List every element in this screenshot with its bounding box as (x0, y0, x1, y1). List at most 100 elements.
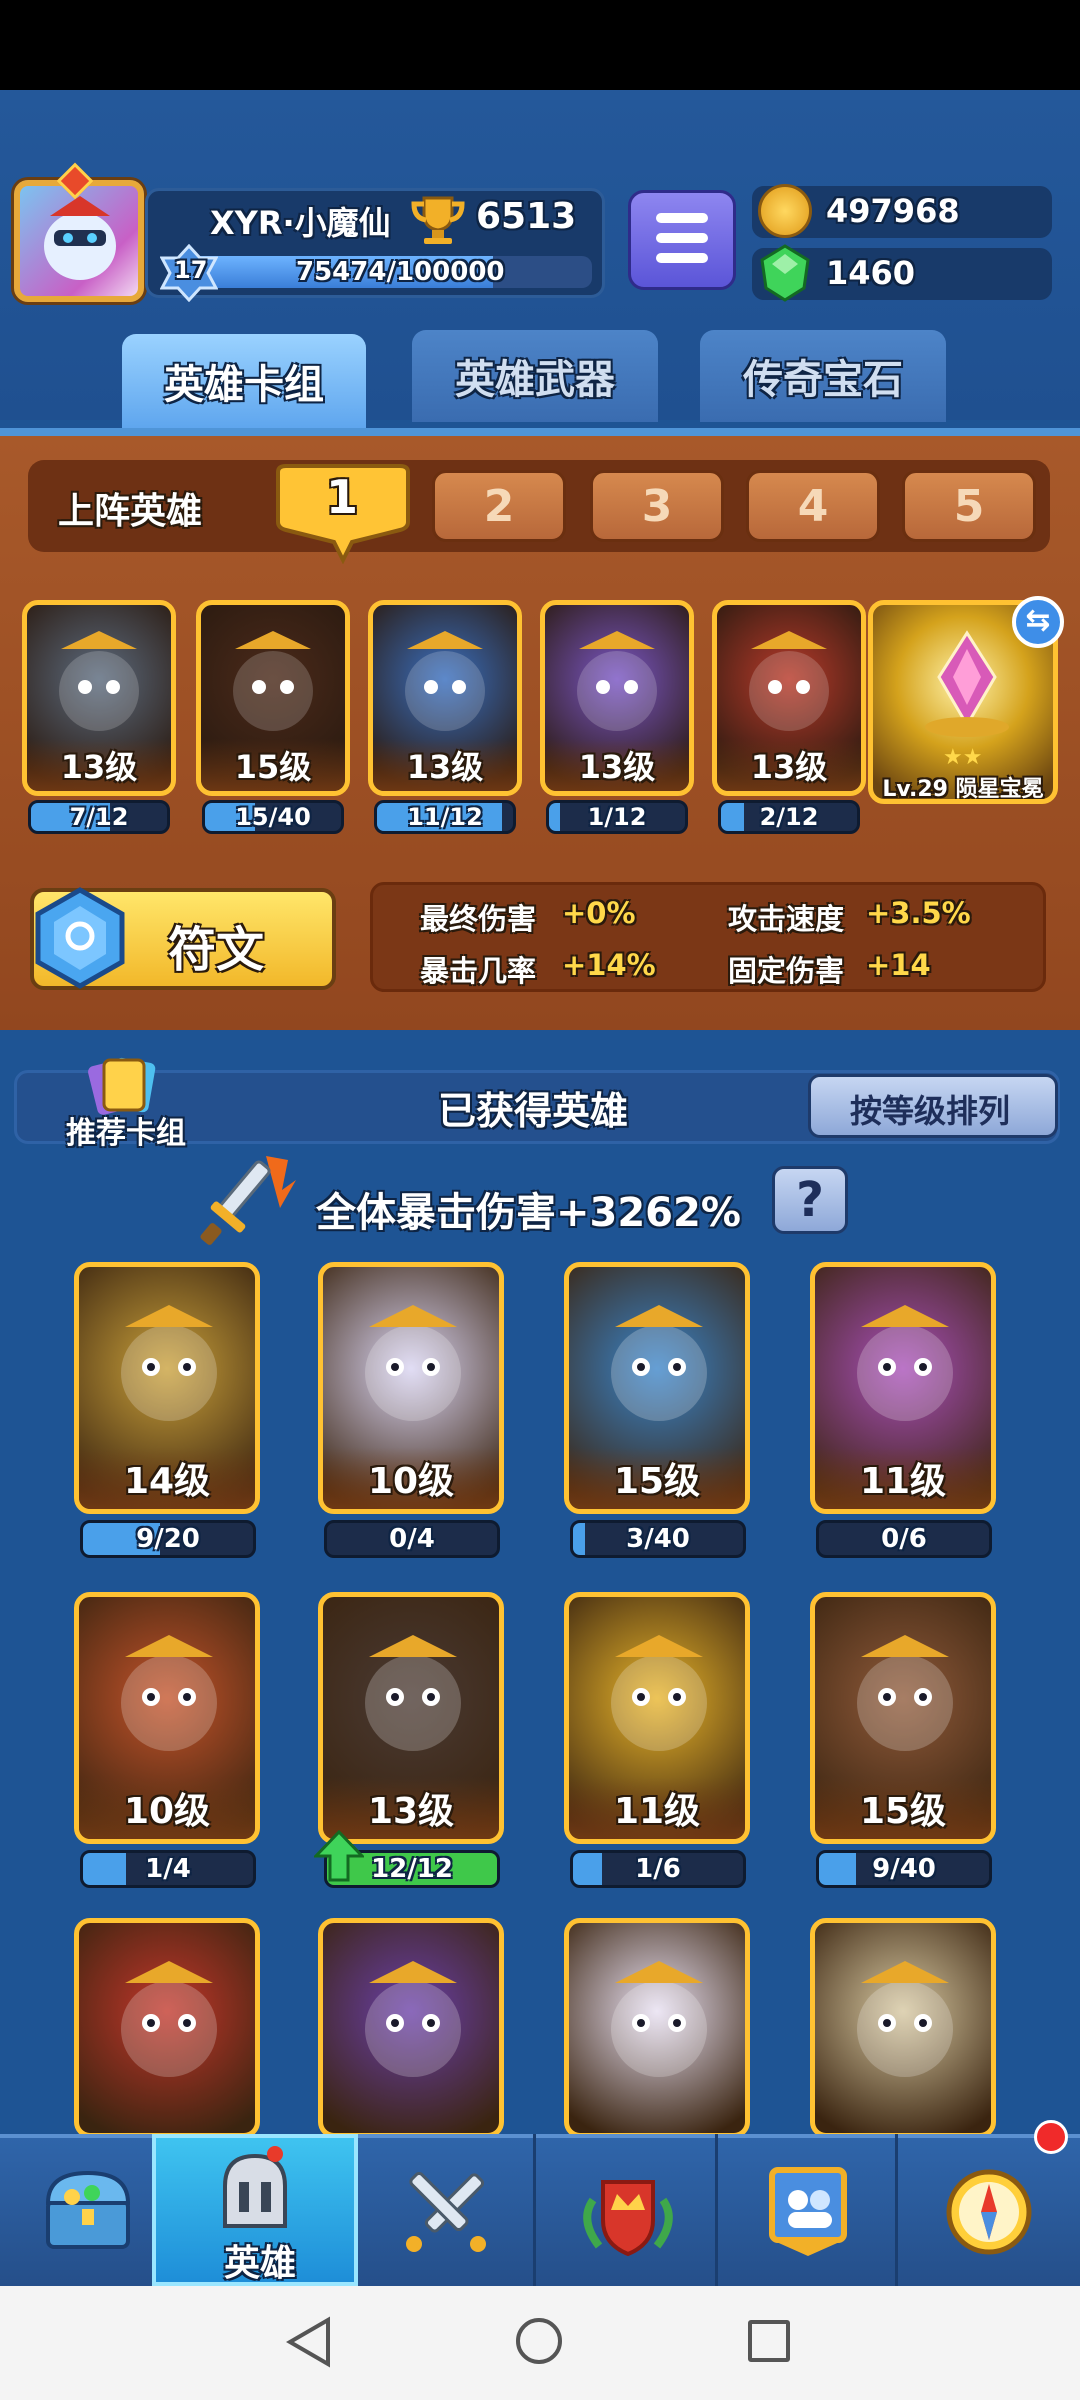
swap-icon[interactable]: ⇆ (1012, 596, 1064, 648)
owned-hero-progress-text: 3/40 (626, 1524, 690, 1554)
rune-icon (30, 886, 130, 994)
deck-hero-progress-text: 2/12 (759, 803, 819, 831)
player-avatar[interactable] (14, 180, 144, 302)
owned-heroes-title: 已获得英雄 (438, 1089, 629, 1133)
compass-icon (946, 2169, 1032, 2255)
owned-hero-card[interactable] (318, 1918, 504, 2138)
tab-hero-deck[interactable]: 英雄卡组 (122, 334, 366, 428)
gem-amount: 1460 (826, 254, 916, 292)
deck-hero-level: 13级 (27, 739, 171, 791)
owned-hero-progress-text: 12/12 (371, 1854, 453, 1884)
owned-hero-card[interactable] (74, 1918, 260, 2138)
trophy-icon (410, 194, 466, 250)
recommend-deck-label[interactable]: 推荐卡组 (66, 1108, 186, 1152)
back-icon[interactable] (284, 2316, 334, 2372)
owned-hero-card[interactable]: 10级 (74, 1592, 260, 1844)
deck-slot-1-label: 1 (326, 470, 359, 524)
owned-hero-progress-text: 9/20 (136, 1524, 200, 1554)
owned-hero-progress: 0/4 (324, 1520, 500, 1558)
deck-slot-3[interactable]: 3 (590, 470, 724, 542)
owned-hero-level: 10级 (79, 1777, 255, 1839)
owned-hero-card[interactable]: 11级 (810, 1262, 996, 1514)
nav-rank[interactable] (540, 2134, 718, 2286)
owned-hero-card[interactable]: 10级 (318, 1262, 504, 1514)
help-icon: ? (796, 1172, 824, 1228)
deck-slot-4[interactable]: 4 (746, 470, 880, 542)
crown-shield-icon (582, 2180, 673, 2257)
exp-text: 75474/100000 (296, 257, 505, 287)
nav-explore[interactable] (900, 2134, 1078, 2286)
owned-hero-progress: 3/40 (570, 1520, 746, 1558)
stat-attack-speed-label: 攻击速度 (728, 902, 845, 936)
gold-coin-icon (758, 184, 812, 238)
owned-hero-progress-fill (819, 1853, 857, 1885)
nav-heroes-label: 英雄 (224, 2243, 297, 2284)
owned-hero-card[interactable]: 11级 (564, 1592, 750, 1844)
deck-hero-progress: 7/12 (28, 800, 170, 834)
owned-hero-level: 11级 (569, 1777, 745, 1839)
upgrade-arrow-icon (312, 1829, 366, 1886)
deck-slot-1[interactable]: 1 (272, 464, 414, 565)
owned-hero-card[interactable]: 15级 (564, 1262, 750, 1514)
sort-by-level-label: 按等级排列 (850, 1092, 1011, 1130)
rune-button-label: 符文 (168, 922, 265, 978)
deck-hero-progress: 1/12 (546, 800, 688, 834)
deck-hero-progress-text: 7/12 (69, 803, 129, 831)
owned-hero-card[interactable]: 13级 (318, 1592, 504, 1844)
crossed-swords-icon (405, 2171, 486, 2252)
crit-damage-text: 全体暴击伤害+3262% (316, 1190, 741, 1236)
player-level-badge: 17 (159, 243, 219, 303)
nav-heroes[interactable]: 英雄 (152, 2134, 358, 2286)
owned-hero-card[interactable]: 15级 (810, 1592, 996, 1844)
crit-sword-icon (196, 1150, 300, 1254)
deck-hero-card[interactable]: 13级 (540, 600, 694, 796)
owned-hero-progress-text: 0/6 (881, 1524, 927, 1554)
gold-amount: 497968 (826, 192, 960, 230)
owned-hero-level: 15级 (569, 1447, 745, 1509)
stat-attack-speed-value: +3.5% (866, 896, 971, 930)
nav-battle[interactable] (358, 2134, 536, 2286)
deck-hero-level: 13级 (717, 739, 861, 791)
nav-guild[interactable] (720, 2134, 898, 2286)
status-bar (0, 0, 1080, 90)
stat-fixed-damage-label: 固定伤害 (728, 954, 845, 988)
deck-hero-card[interactable]: 13级 (712, 600, 866, 796)
owned-hero-progress: 1/6 (570, 1850, 746, 1888)
deck-hero-progress-fill (721, 803, 745, 831)
deck-hero-progress: 15/40 (202, 800, 344, 834)
menu-button[interactable] (628, 190, 736, 290)
recents-icon[interactable] (748, 2320, 790, 2362)
stat-crit-rate-label: 暴击几率 (420, 954, 537, 988)
owned-hero-card[interactable]: 14级 (74, 1262, 260, 1514)
tab-legendary-gems[interactable]: 传奇宝石 (700, 330, 946, 422)
owned-hero-progress-fill (573, 1523, 585, 1555)
owned-hero-progress-text: 0/4 (389, 1524, 435, 1554)
deck-hero-progress: 11/12 (374, 800, 516, 834)
gem-name: Lv.29 陨星宝冕 (882, 777, 1044, 802)
deck-hero-card[interactable]: 13级 (368, 600, 522, 796)
deck-slot-2[interactable]: 2 (432, 470, 566, 542)
owned-hero-progress-text: 9/40 (872, 1854, 936, 1884)
owned-hero-progress-text: 1/6 (635, 1854, 681, 1884)
deck-slot-5[interactable]: 5 (902, 470, 1036, 542)
player-name: XYR·小魔仙 (210, 204, 391, 242)
deck-hero-progress: 2/12 (718, 800, 860, 834)
deck-hero-progress-fill (549, 803, 560, 831)
owned-hero-card[interactable] (564, 1918, 750, 2138)
owned-hero-level: 14级 (79, 1447, 255, 1509)
owned-hero-progress-text: 1/4 (145, 1854, 191, 1884)
stat-crit-rate-value: +14% (562, 948, 656, 982)
tab-hero-weapons[interactable]: 英雄武器 (412, 330, 658, 422)
owned-hero-card[interactable] (810, 1918, 996, 2138)
deck-hero-card[interactable]: 15级 (196, 600, 350, 796)
stat-final-damage-value: +0% (562, 896, 636, 930)
stat-fixed-damage-value: +14 (866, 948, 931, 982)
owned-hero-progress: 0/6 (816, 1520, 992, 1558)
home-icon[interactable] (516, 2318, 562, 2364)
owned-hero-progress: 9/20 (80, 1520, 256, 1558)
owned-hero-progress-fill (573, 1853, 602, 1885)
deck-hero-card[interactable]: 13级 (22, 600, 176, 796)
trophy-count: 6513 (476, 196, 577, 237)
help-button[interactable]: ? (772, 1166, 848, 1234)
guild-banner-icon (768, 2167, 847, 2256)
